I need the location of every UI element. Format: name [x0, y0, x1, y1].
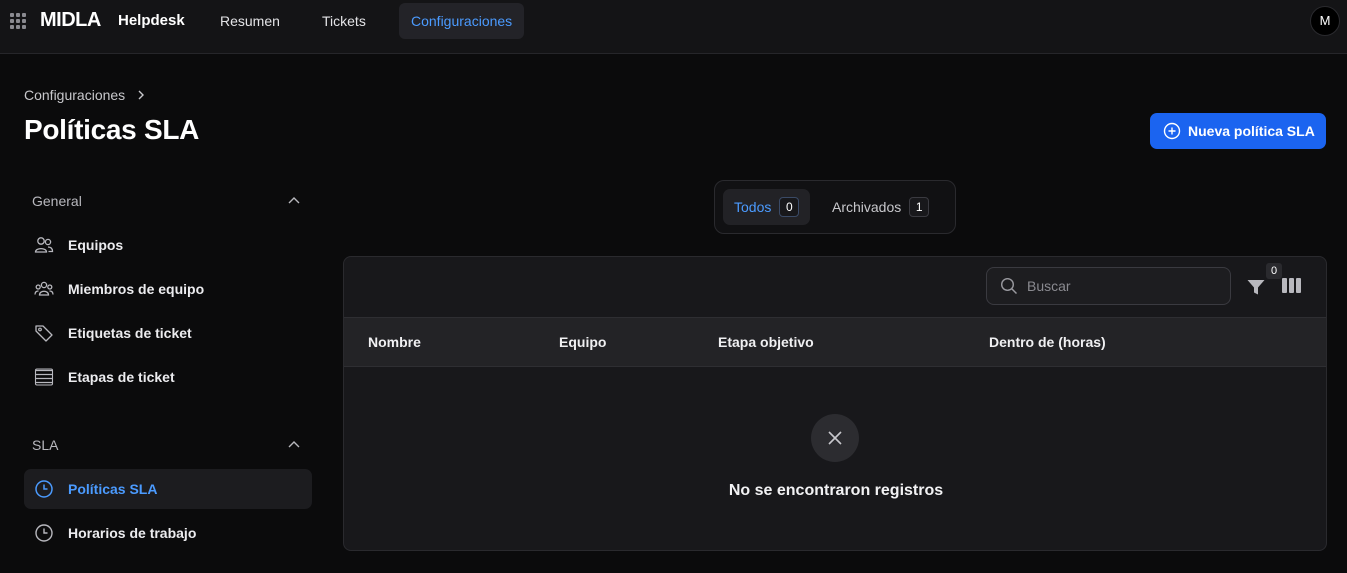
sidebar-item-miembros-de-equipo[interactable]: Miembros de equipo	[24, 269, 312, 309]
sidebar-item-label: Políticas SLA	[68, 481, 158, 497]
tab-label: Todos	[734, 199, 772, 215]
filter-tabs: Todos 0 Archivados 1	[714, 180, 956, 234]
tab-todos[interactable]: Todos 0	[723, 189, 811, 225]
column-header-etapa-objetivo[interactable]: Etapa objetivo	[718, 334, 814, 350]
sidebar-item-equipos[interactable]: Equipos	[24, 225, 312, 265]
search-input[interactable]	[1027, 278, 1217, 294]
chevron-up-icon[interactable]	[287, 194, 301, 208]
chevron-right-icon	[138, 90, 145, 100]
stages-icon	[34, 368, 54, 386]
column-header-equipo[interactable]: Equipo	[559, 334, 606, 350]
plus-circle-icon	[1163, 122, 1181, 140]
breadcrumb: Configuraciones	[24, 87, 147, 103]
app-logo[interactable]: MIDLA	[40, 9, 101, 32]
sidebar-item-label: Miembros de equipo	[68, 281, 205, 297]
count-badge: 1	[909, 197, 930, 217]
nav-tab-configuraciones[interactable]: Configuraciones	[399, 3, 525, 39]
clock-icon	[35, 480, 53, 498]
column-header-nombre[interactable]: Nombre	[368, 334, 421, 350]
nav-tab-resumen[interactable]: Resumen	[208, 3, 292, 39]
count-badge: 0	[779, 197, 800, 217]
sidebar-item-etiquetas-de-ticket[interactable]: Etiquetas de ticket	[24, 313, 312, 353]
empty-state-message: No se encontraron registros	[728, 482, 944, 499]
table-header: Nombre Equipo Etapa objetivo Dentro de (…	[344, 317, 1326, 367]
sidebar-item-etapas-de-ticket[interactable]: Etapas de ticket	[24, 357, 312, 397]
columns-icon[interactable]	[1282, 278, 1302, 294]
tag-icon	[35, 325, 53, 342]
close-icon	[828, 431, 842, 445]
users-icon	[34, 237, 54, 253]
grid-icon[interactable]	[10, 13, 26, 29]
search-icon	[1000, 277, 1018, 295]
team-members-icon	[34, 281, 54, 296]
sidebar-item-horarios-de-trabajo[interactable]: Horarios de trabajo	[24, 513, 312, 553]
sidebar-section-sla[interactable]: SLA	[32, 437, 58, 453]
page-title: Políticas SLA	[24, 114, 200, 145]
app-name: Helpdesk	[118, 12, 185, 29]
sla-policies-table: 0 Nombre Equipo Etapa objetivo Dentro de…	[343, 256, 1327, 551]
sidebar-item-label: Etiquetas de ticket	[68, 325, 192, 341]
tab-label: Archivados	[832, 199, 902, 215]
new-sla-policy-button[interactable]: Nueva política SLA	[1150, 113, 1326, 149]
chevron-up-icon[interactable]	[287, 438, 301, 452]
sidebar-item-label: Horarios de trabajo	[68, 525, 197, 541]
empty-state-icon	[811, 414, 859, 462]
sidebar-item-politicas-sla[interactable]: Políticas SLA	[24, 469, 312, 509]
filter-icon[interactable]	[1246, 277, 1266, 297]
search-field[interactable]	[986, 267, 1231, 305]
tab-archivados[interactable]: Archivados 1	[821, 189, 940, 225]
new-sla-policy-label: Nueva política SLA	[1188, 123, 1315, 139]
nav-tab-tickets[interactable]: Tickets	[310, 3, 378, 39]
column-header-dentro-de-horas[interactable]: Dentro de (horas)	[989, 334, 1106, 350]
clock-icon	[35, 524, 53, 542]
breadcrumb-configuraciones[interactable]: Configuraciones	[24, 87, 125, 103]
top-navigation-bar: MIDLA Helpdesk Resumen Tickets Configura…	[0, 0, 1347, 54]
filter-count-badge: 0	[1266, 263, 1282, 279]
sidebar-section-general[interactable]: General	[32, 193, 82, 209]
sidebar-item-label: Etapas de ticket	[68, 369, 175, 385]
sidebar-item-label: Equipos	[68, 237, 124, 253]
user-avatar[interactable]: M	[1310, 6, 1340, 36]
